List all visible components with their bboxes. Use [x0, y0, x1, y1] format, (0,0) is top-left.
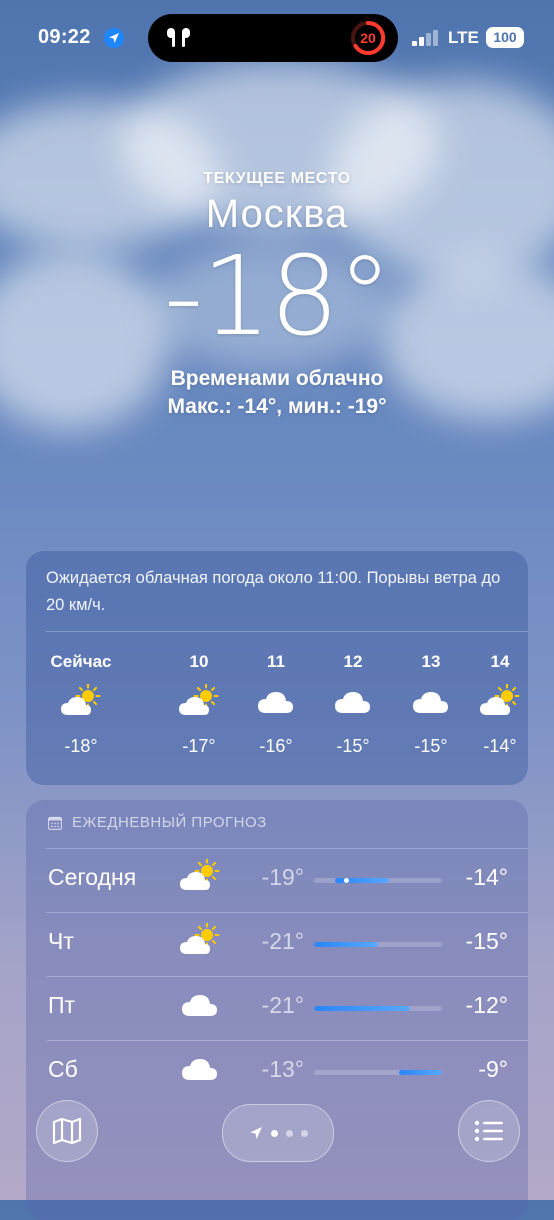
calendar-icon [48, 816, 62, 830]
location-subtitle: ТЕКУЩЕЕ МЕСТО [203, 170, 351, 187]
temperature-range-fill [399, 1070, 442, 1075]
hour-item[interactable]: 13 -15° [394, 647, 468, 761]
hour-temp: -14° [483, 736, 517, 756]
day-min-temp: -21° [261, 928, 304, 954]
hourly-list[interactable]: Сейчас -18° 10 -17° 11 -16° 12 -15° 13 -… [26, 647, 528, 777]
hour-item[interactable]: Сейчас -18° [44, 647, 118, 761]
hour-temp: -16° [259, 736, 293, 756]
hour-item[interactable]: 10 -17° [162, 647, 236, 761]
day-row[interactable]: Сегодня -19° -14° [26, 848, 528, 912]
temperature-range-fill [314, 942, 378, 947]
day-name: Чт [48, 928, 74, 954]
city-name: Москва [205, 192, 349, 236]
hour-label: 10 [189, 652, 209, 671]
locations-list-button[interactable] [458, 1100, 520, 1162]
hour-label: 12 [343, 652, 363, 671]
day-min-temp: -21° [261, 992, 304, 1018]
cloud-icon [178, 1050, 222, 1090]
page-dot[interactable] [270, 1129, 278, 1137]
daily-forecast-header: ЕЖЕДНЕВНЫЙ ПРОГНОЗ [48, 814, 267, 831]
status-bar: 09:22 20 LTE 100 [0, 0, 554, 76]
day-row[interactable]: Сб -13° -9° [26, 1040, 528, 1104]
battery-indicator: 100 [486, 27, 524, 48]
map-button[interactable] [36, 1100, 98, 1162]
cloud-icon [178, 986, 222, 1026]
hourly-forecast-card[interactable]: Ожидается облачная погода около 11:00. П… [26, 551, 528, 785]
map-icon [52, 1117, 82, 1145]
temperature-range-bar [314, 942, 442, 947]
day-row[interactable]: Чт -21° -15° [26, 912, 528, 976]
hour-item[interactable]: 14 -14° [472, 647, 528, 761]
cloud-icon [239, 677, 313, 729]
day-min-temp: -13° [261, 1056, 304, 1082]
day-max-temp: -9° [478, 1056, 508, 1082]
activity-ring-value: 20 [360, 30, 376, 46]
location-arrow-icon [249, 1127, 262, 1139]
hour-temp: -18° [64, 736, 98, 756]
temperature-range-fill [314, 1006, 410, 1011]
page-dot[interactable] [285, 1129, 293, 1137]
card-divider [46, 631, 528, 632]
forecast-summary: Ожидается облачная погода около 11:00. П… [46, 569, 501, 614]
location-pager[interactable] [222, 1104, 334, 1162]
airpods-icon [167, 28, 190, 47]
hour-item[interactable]: 12 -15° [316, 647, 390, 761]
high-low-temperature: Макс.: -14°, мин.: -19° [167, 395, 387, 418]
day-max-temp: -12° [465, 992, 508, 1018]
temperature-range-bar [314, 1006, 442, 1011]
current-temperature: -18° [163, 232, 393, 360]
daily-forecast-title: ЕЖЕДНЕВНЫЙ ПРОГНОЗ [72, 814, 267, 831]
list-icon [474, 1120, 503, 1142]
partly-sunny-icon [472, 677, 528, 729]
hour-temp: -15° [414, 736, 448, 756]
cloud-icon [316, 677, 390, 729]
hour-label: 11 [267, 652, 285, 671]
dynamic-island[interactable]: 20 [148, 14, 398, 62]
temperature-range-bar [314, 878, 442, 883]
page-dot[interactable] [300, 1129, 308, 1137]
hour-item[interactable]: 11 -16° [239, 647, 313, 761]
day-max-temp: -14° [465, 864, 508, 890]
hour-label: 14 [490, 652, 510, 671]
partly-sunny-icon [162, 677, 236, 729]
partly-sunny-icon [178, 922, 222, 962]
day-name: Сегодня [48, 864, 137, 890]
cloud-icon [394, 677, 468, 729]
hour-temp: -15° [336, 736, 370, 756]
day-name: Сб [48, 1056, 78, 1082]
cellular-signal-icon [412, 30, 438, 46]
day-name: Пт [48, 992, 76, 1018]
bottom-toolbar [0, 1098, 554, 1168]
hour-temp: -17° [182, 736, 216, 756]
hour-label: 13 [421, 652, 441, 671]
location-arrow-icon [104, 28, 124, 48]
day-min-temp: -19° [261, 864, 304, 890]
temperature-range-bar [314, 1070, 442, 1075]
status-time: 09:22 [38, 26, 91, 48]
partly-sunny-icon [178, 858, 222, 898]
hour-label: Сейчас [50, 652, 112, 671]
weather-condition: Временами облачно [170, 367, 384, 390]
day-max-temp: -15° [465, 928, 508, 954]
day-row[interactable]: Пт -21° -12° [26, 976, 528, 1040]
network-type: LTE [448, 28, 479, 47]
current-temp-dot [344, 878, 349, 883]
partly-sunny-icon [44, 677, 118, 729]
